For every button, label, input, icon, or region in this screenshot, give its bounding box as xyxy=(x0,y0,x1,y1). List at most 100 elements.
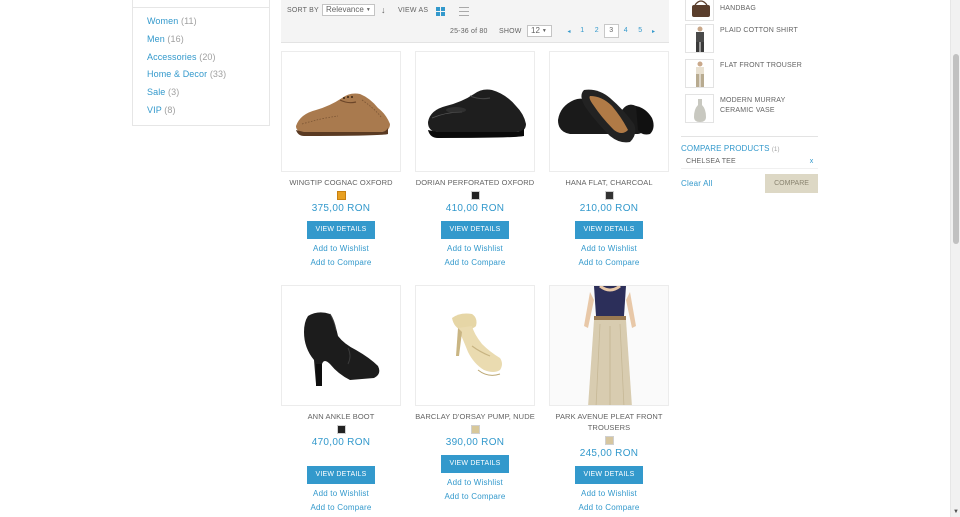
product-price: 410,00 RON xyxy=(445,203,505,214)
product-image[interactable] xyxy=(549,285,669,406)
product-price: 390,00 RON xyxy=(445,437,505,448)
category-name[interactable]: VIP xyxy=(147,105,162,115)
view-details-button[interactable]: VIEW DETAILS xyxy=(441,221,509,239)
recent-item-name[interactable]: FLAT FRONT TROUSER xyxy=(720,61,820,71)
product-name[interactable]: HANA FLAT, CHARCOAL xyxy=(548,177,670,188)
add-to-compare-link[interactable]: Add to Compare xyxy=(414,490,536,504)
product-card: PARK AVENUE PLEAT FRONT TROUSERS 245,00 … xyxy=(548,285,670,515)
scroll-down-arrow-icon[interactable]: ▼ xyxy=(952,509,960,515)
product-name[interactable]: PARK AVENUE PLEAT FRONT TROUSERS xyxy=(548,411,670,433)
pleat-trousers-model-icon xyxy=(550,286,668,405)
ceramic-vase-icon xyxy=(694,99,706,122)
product-name[interactable]: ANN ANKLE BOOT xyxy=(280,411,402,422)
add-to-wishlist-link[interactable]: Add to Wishlist xyxy=(414,242,536,256)
view-details-button[interactable]: VIEW DETAILS xyxy=(307,466,375,484)
category-name[interactable]: Home & Decor xyxy=(147,69,207,79)
color-swatch[interactable] xyxy=(604,191,614,200)
sort-by-select[interactable]: Relevance ▼ xyxy=(322,4,375,16)
add-to-compare-link[interactable]: Add to Compare xyxy=(548,256,670,270)
sidebar-divider xyxy=(681,136,818,137)
compare-button[interactable]: COMPARE xyxy=(765,174,818,193)
view-details-button[interactable]: VIEW DETAILS xyxy=(575,221,643,239)
add-to-wishlist-link[interactable]: Add to Wishlist xyxy=(548,487,670,501)
add-to-wishlist-link[interactable]: Add to Wishlist xyxy=(414,476,536,490)
category-name[interactable]: Sale xyxy=(147,87,165,97)
compare-count: (1) xyxy=(771,147,780,153)
recent-item-thumbnail[interactable] xyxy=(685,0,714,21)
category-item-sale[interactable]: Sale (3) xyxy=(147,87,226,105)
category-name[interactable]: Women xyxy=(147,16,178,26)
remove-compare-icon[interactable]: x xyxy=(807,157,816,167)
category-item-women[interactable]: Women (11) xyxy=(147,16,226,34)
color-swatch[interactable] xyxy=(470,425,480,434)
page-link[interactable]: 5 xyxy=(633,24,648,38)
grid-view-icon[interactable] xyxy=(436,7,445,16)
recent-item[interactable]: FLAT FRONT TROUSER xyxy=(685,59,835,90)
product-price: 210,00 RON xyxy=(579,203,639,214)
page-link[interactable]: 2 xyxy=(590,24,605,38)
product-price: 470,00 RON xyxy=(311,437,371,448)
product-name[interactable]: WINGTIP COGNAC OXFORD xyxy=(280,177,402,188)
product-name[interactable]: DORIAN PERFORATED OXFORD xyxy=(414,177,536,188)
product-image[interactable] xyxy=(415,51,535,172)
color-swatch[interactable] xyxy=(604,436,614,445)
compare-title-text[interactable]: COMPARE PRODUCTS xyxy=(681,144,770,153)
page-link[interactable]: 4 xyxy=(619,24,634,38)
category-count: (16) xyxy=(167,33,184,44)
product-image[interactable] xyxy=(281,285,401,406)
recent-item-name[interactable]: PLAID COTTON SHIRT xyxy=(720,26,820,36)
view-details-button[interactable]: VIEW DETAILS xyxy=(575,466,643,484)
scrollbar-thumb[interactable] xyxy=(953,54,959,244)
recent-item[interactable]: ISLA CROSSBODY HANDBAG xyxy=(685,0,835,23)
category-name[interactable]: Men xyxy=(147,34,165,44)
caret-down-icon: ▼ xyxy=(541,28,547,34)
category-item-accessories[interactable]: Accessories (20) xyxy=(147,52,226,70)
caret-down-icon: ▼ xyxy=(365,7,371,13)
add-to-compare-link[interactable]: Add to Compare xyxy=(414,256,536,270)
prev-page-icon[interactable]: ◂ xyxy=(563,28,575,35)
view-details-button[interactable]: VIEW DETAILS xyxy=(307,221,375,239)
sort-direction-icon[interactable]: ↓ xyxy=(381,5,386,15)
category-item-vip[interactable]: VIP (8) xyxy=(147,105,226,123)
list-view-icon[interactable] xyxy=(459,7,469,16)
category-list: Women (11) Men (16) Accessories (20) Hom… xyxy=(147,16,226,123)
add-to-compare-link[interactable]: Add to Compare xyxy=(280,501,402,515)
color-swatch[interactable] xyxy=(336,191,346,200)
add-to-wishlist-link[interactable]: Add to Wishlist xyxy=(280,242,402,256)
recent-item-thumbnail[interactable] xyxy=(685,59,714,88)
page-scrollbar[interactable]: ▼ xyxy=(950,0,960,517)
compare-products-title[interactable]: COMPARE PRODUCTS (1) xyxy=(681,144,780,153)
recent-item[interactable]: PLAID COTTON SHIRT xyxy=(685,24,835,55)
product-image[interactable] xyxy=(415,285,535,406)
color-swatch[interactable] xyxy=(470,191,480,200)
next-page-icon[interactable]: ▸ xyxy=(648,28,660,35)
color-swatch[interactable] xyxy=(336,425,346,434)
add-to-wishlist-link[interactable]: Add to Wishlist xyxy=(280,487,402,501)
compare-item-name[interactable]: CHELSEA TEE xyxy=(686,158,736,165)
product-card: WINGTIP COGNAC OXFORD 375,00 RON VIEW DE… xyxy=(280,51,402,270)
product-name[interactable]: BARCLAY D'ORSAY PUMP, NUDE xyxy=(414,411,536,422)
show-per-page-select[interactable]: 12 ▼ xyxy=(527,25,552,37)
black-oxford-shoe-icon xyxy=(428,89,526,138)
add-to-compare-link[interactable]: Add to Compare xyxy=(280,256,402,270)
product-price: 245,00 RON xyxy=(579,448,639,459)
product-image[interactable] xyxy=(549,51,669,172)
recent-item-name[interactable]: ISLA CROSSBODY HANDBAG xyxy=(720,0,820,14)
recent-item-name[interactable]: MODERN MURRAY CERAMIC VASE xyxy=(720,96,820,116)
product-image[interactable] xyxy=(281,51,401,172)
recent-item[interactable]: MODERN MURRAY CERAMIC VASE xyxy=(685,94,835,125)
recent-item-thumbnail[interactable] xyxy=(685,94,714,123)
page-link[interactable]: 1 xyxy=(575,24,590,38)
category-item-home-decor[interactable]: Home & Decor (33) xyxy=(147,69,226,87)
clear-all-link[interactable]: Clear All xyxy=(681,179,713,188)
charcoal-flat-shoe-icon xyxy=(558,89,654,143)
category-item-men[interactable]: Men (16) xyxy=(147,34,226,52)
recent-item-thumbnail[interactable] xyxy=(685,24,714,53)
nude-pump-shoe-icon xyxy=(452,313,502,376)
add-to-wishlist-link[interactable]: Add to Wishlist xyxy=(548,242,670,256)
view-details-button[interactable]: VIEW DETAILS xyxy=(441,455,509,473)
category-count: (20) xyxy=(199,51,216,62)
add-to-compare-link[interactable]: Add to Compare xyxy=(548,501,670,515)
category-filter-header xyxy=(133,0,269,8)
category-name[interactable]: Accessories xyxy=(147,52,197,62)
